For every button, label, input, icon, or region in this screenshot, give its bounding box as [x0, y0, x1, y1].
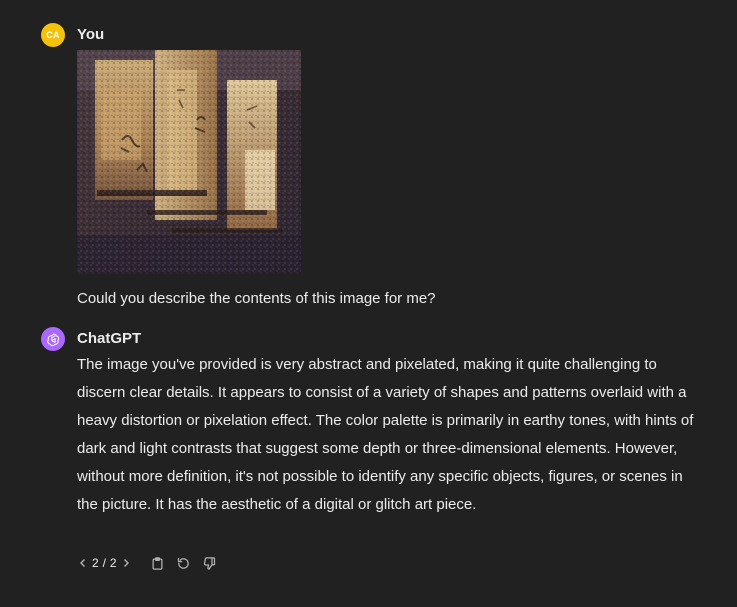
chatgpt-author-name: ChatGPT [77, 330, 142, 347]
clipboard-icon [152, 556, 163, 570]
regenerate-icon [178, 557, 190, 569]
previous-response-button[interactable] [77, 553, 89, 573]
attached-image[interactable] [77, 50, 301, 274]
user-author-name: You [77, 26, 105, 43]
copy-button[interactable] [148, 553, 168, 573]
user-message-text: Could you describe the contents of this … [77, 290, 436, 307]
assistant-message-text: The image you've provided is very abstra… [77, 356, 694, 513]
message-toolbar: 2 / 2 [77, 553, 220, 573]
chevron-left-icon [80, 559, 85, 567]
chevron-right-icon [123, 559, 129, 567]
regenerate-button[interactable] [174, 553, 194, 573]
user-avatar: CA [41, 23, 65, 47]
next-response-button[interactable] [120, 553, 132, 573]
chatgpt-avatar [41, 327, 65, 351]
thumbs-down-button[interactable] [200, 553, 220, 573]
user-initials: CA [46, 30, 60, 40]
response-pager: 2 / 2 [92, 556, 117, 570]
openai-logo-icon [46, 333, 59, 346]
thumbs-down-icon [204, 556, 216, 570]
